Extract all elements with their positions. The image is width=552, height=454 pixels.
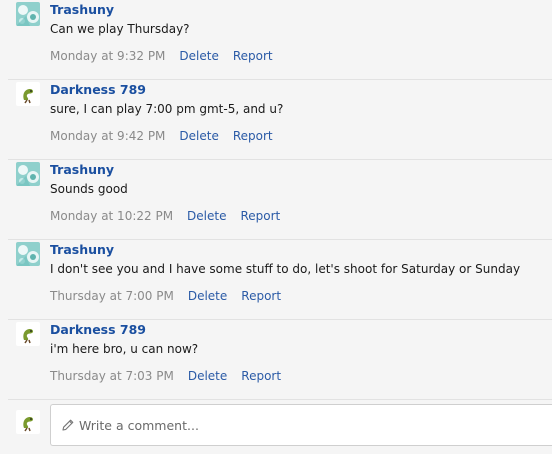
report-link[interactable]: Report [233, 129, 273, 143]
teal-flower-avatar-icon[interactable] [16, 162, 40, 186]
comment-input[interactable]: Write a comment... [50, 404, 552, 446]
comment-timestamp: Monday at 9:42 PM [50, 129, 166, 143]
comment-author[interactable]: Trashuny [50, 242, 114, 257]
comment-item: Darkness 789 i'm here bro, u can now? Th… [8, 320, 552, 400]
green-dino-avatar-icon[interactable] [16, 322, 40, 346]
comment-timestamp: Thursday at 7:00 PM [50, 289, 174, 303]
report-link[interactable]: Report [241, 289, 281, 303]
comment-composer: Write a comment... [8, 400, 552, 454]
pencil-icon [62, 419, 74, 431]
delete-link[interactable]: Delete [179, 129, 218, 143]
comment-meta: Monday at 10:22 PM Delete Report [50, 209, 280, 223]
green-dino-avatar-icon [16, 410, 40, 434]
delete-link[interactable]: Delete [179, 49, 218, 63]
teal-flower-avatar-icon[interactable] [16, 242, 40, 266]
comment-meta: Monday at 9:32 PM Delete Report [50, 49, 273, 63]
comment-item: Darkness 789 sure, I can play 7:00 pm gm… [8, 80, 552, 160]
comment-author[interactable]: Darkness 789 [50, 322, 146, 337]
comment-text: Sounds good [50, 182, 128, 196]
comment-author[interactable]: Darkness 789 [50, 82, 146, 97]
comment-meta: Thursday at 7:00 PM Delete Report [50, 289, 281, 303]
comment-item: Trashuny Can we play Thursday? Monday at… [8, 0, 552, 80]
comment-author[interactable]: Trashuny [50, 162, 114, 177]
comment-text: Can we play Thursday? [50, 22, 190, 36]
comment-author[interactable]: Trashuny [50, 2, 114, 17]
report-link[interactable]: Report [240, 209, 280, 223]
comment-text: I don't see you and I have some stuff to… [50, 262, 521, 276]
comment-input-placeholder: Write a comment... [79, 418, 199, 433]
comment-timestamp: Thursday at 7:03 PM [50, 369, 174, 383]
comment-item: Trashuny I don't see you and I have some… [8, 240, 552, 320]
comment-meta: Monday at 9:42 PM Delete Report [50, 129, 273, 143]
delete-link[interactable]: Delete [187, 209, 226, 223]
comment-item: Trashuny Sounds good Monday at 10:22 PM D… [8, 160, 552, 240]
comment-thread: Trashuny Can we play Thursday? Monday at… [0, 0, 552, 454]
comment-timestamp: Monday at 9:32 PM [50, 49, 166, 63]
comment-text: sure, I can play 7:00 pm gmt-5, and u? [50, 102, 284, 116]
comment-meta: Thursday at 7:03 PM Delete Report [50, 369, 281, 383]
report-link[interactable]: Report [241, 369, 281, 383]
report-link[interactable]: Report [233, 49, 273, 63]
delete-link[interactable]: Delete [188, 289, 227, 303]
delete-link[interactable]: Delete [188, 369, 227, 383]
teal-flower-avatar-icon[interactable] [16, 2, 40, 26]
green-dino-avatar-icon[interactable] [16, 82, 40, 106]
comment-timestamp: Monday at 10:22 PM [50, 209, 174, 223]
comment-text: i'm here bro, u can now? [50, 342, 199, 356]
